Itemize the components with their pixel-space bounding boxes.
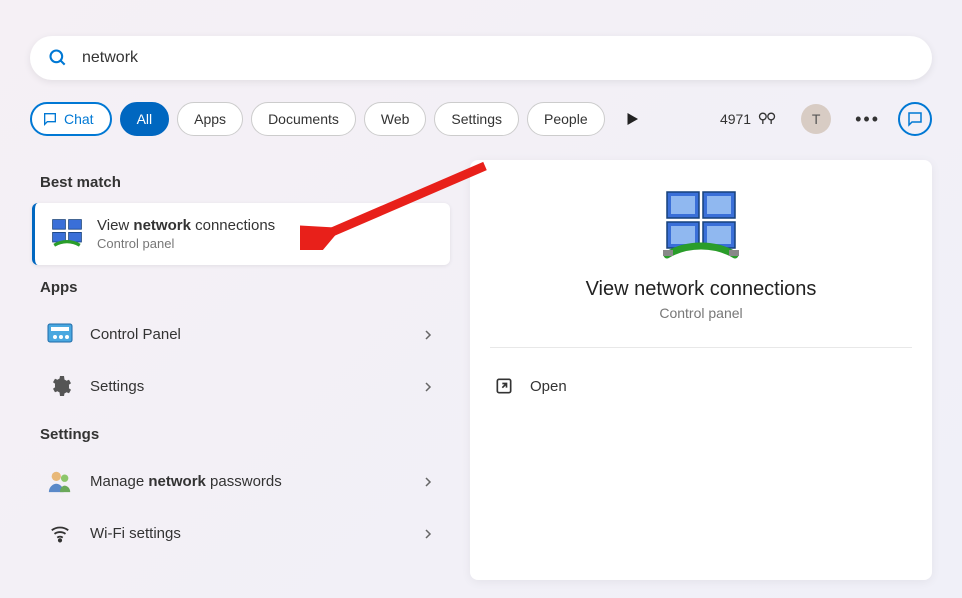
chat-label: Chat xyxy=(64,111,94,127)
chevron-right-icon xyxy=(422,380,434,392)
search-icon xyxy=(48,48,68,68)
results-column: Best match View network connections Cont… xyxy=(30,160,450,559)
chevron-right-icon xyxy=(422,328,434,340)
apps-header: Apps xyxy=(40,279,450,296)
people-filter-pill[interactable]: People xyxy=(527,102,605,136)
open-action[interactable]: Open xyxy=(490,368,912,404)
gear-icon xyxy=(46,372,74,400)
network-connections-large-icon xyxy=(661,190,741,260)
all-filter-pill[interactable]: All xyxy=(120,102,170,136)
search-bar[interactable] xyxy=(30,36,932,80)
search-input[interactable] xyxy=(82,49,914,67)
user-avatar[interactable]: T xyxy=(801,104,831,134)
wifi-icon xyxy=(46,519,74,547)
divider xyxy=(490,347,912,348)
documents-filter-pill[interactable]: Documents xyxy=(251,102,356,136)
app-result-settings[interactable]: Settings xyxy=(30,360,450,412)
detail-panel: View network connections Control panel O… xyxy=(470,160,932,580)
play-icon[interactable] xyxy=(623,110,641,128)
users-icon xyxy=(46,467,74,495)
open-icon xyxy=(494,376,514,396)
app-result-control-panel[interactable]: Control Panel xyxy=(30,308,450,360)
network-connections-icon xyxy=(51,218,83,250)
settings-filter-pill[interactable]: Settings xyxy=(434,102,519,136)
web-filter-pill[interactable]: Web xyxy=(364,102,427,136)
setting-result-wifi[interactable]: Wi-Fi settings xyxy=(30,507,450,559)
filter-row: Chat All Apps Documents Web Settings Peo… xyxy=(30,100,932,138)
settings-header: Settings xyxy=(40,426,450,443)
chevron-right-icon xyxy=(422,527,434,539)
bing-chat-icon[interactable] xyxy=(898,102,932,136)
setting-result-manage-passwords[interactable]: Manage network passwords xyxy=(30,455,450,507)
best-match-header: Best match xyxy=(40,174,450,191)
detail-subtitle: Control panel xyxy=(659,305,742,321)
best-match-text: View network connections Control panel xyxy=(97,217,275,251)
chat-filter-pill[interactable]: Chat xyxy=(30,102,112,136)
chevron-right-icon xyxy=(422,475,434,487)
rewards-points[interactable]: 4971 xyxy=(720,111,777,127)
apps-filter-pill[interactable]: Apps xyxy=(177,102,243,136)
more-icon[interactable]: ••• xyxy=(855,109,880,130)
best-match-result[interactable]: View network connections Control panel xyxy=(32,203,450,265)
detail-title: View network connections xyxy=(586,278,817,301)
control-panel-icon xyxy=(46,320,74,348)
